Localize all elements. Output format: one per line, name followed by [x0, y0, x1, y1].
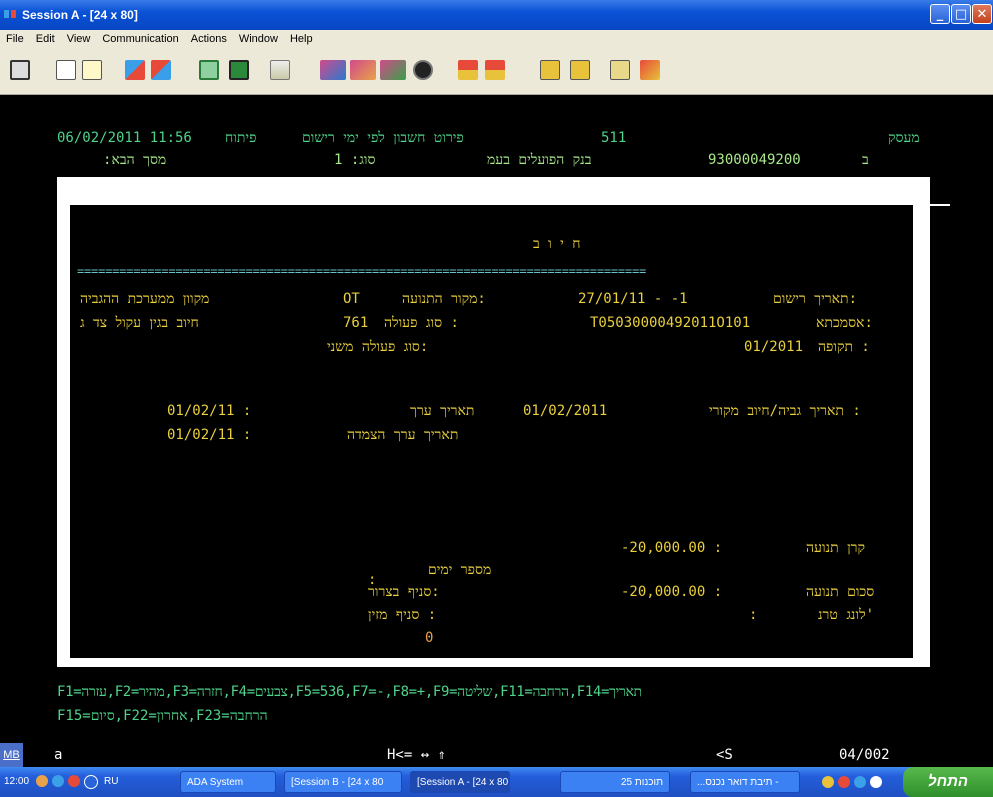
panel-title: ח י ו ב: [533, 236, 581, 252]
keyboard-state: H<= ↔ ⇑: [387, 747, 447, 763]
antivirus-icon[interactable]: [68, 775, 80, 787]
message-indicator[interactable]: MB: [0, 743, 23, 767]
clearing-branch-label: סניף בצרור:: [368, 584, 440, 600]
reg-date-value: 27/01/11 - -1: [578, 291, 688, 307]
quick-launch-tray: 12:00 RU: [0, 767, 148, 797]
asmachta-label: אסמכתא:: [816, 315, 873, 331]
network-icon[interactable]: [36, 775, 48, 787]
linked-date-label: תאריך ערך הצמדה: [347, 427, 459, 443]
period-label: תקופה :: [818, 339, 870, 355]
taskbar-item-session-a[interactable]: [Session A - [24 x 80: [410, 771, 510, 793]
clock: 12:00: [4, 776, 30, 787]
tray-icon-4[interactable]: [870, 776, 882, 788]
counter-value: 0: [425, 630, 434, 646]
taskbar-item-ada[interactable]: ADA System: [180, 771, 276, 793]
action-type-label: סוג פעולה :: [384, 315, 459, 331]
taskbar-item-programs[interactable]: 25 תוכנות: [560, 771, 670, 793]
amount-label: סכום תנועה: [806, 584, 875, 600]
value-date-label: תאריך ערך: [410, 403, 475, 419]
feeding-branch-label: סניף מזין :: [368, 607, 437, 623]
secondary-action-label: סוג פעולה משני:: [327, 339, 429, 355]
start-button[interactable]: התחל: [903, 767, 993, 797]
taskbar-item-inbox[interactable]: ...תיבת דואר נכנס -: [690, 771, 800, 793]
taskbar-item-session-b[interactable]: [Session B - [24 x 80: [284, 771, 402, 793]
language-indicator[interactable]: RU: [104, 776, 118, 787]
long-term-value: :: [749, 607, 758, 623]
collection-date-value: 01/02/2011: [523, 403, 608, 419]
media-icon[interactable]: [84, 775, 98, 789]
linked-date-value: 01/02/11 :: [167, 427, 252, 443]
action-type-value: 761: [343, 315, 369, 331]
taskbar: 12:00 RU ADA System [Session B - [24 x 8…: [0, 767, 993, 797]
tray-icon-3[interactable]: [854, 776, 866, 788]
shift-state: <S: [716, 747, 733, 763]
session-indicator: a: [54, 747, 63, 763]
tray-icon-1[interactable]: [822, 776, 834, 788]
action-type-desc: חיוב בגין עקול צד ג: [80, 315, 199, 331]
amount-value: -20,000.00 :: [621, 584, 723, 600]
source-desc: מקוון ממערכת ההגביה: [80, 291, 210, 307]
asmachta-value: T05030000492011O101: [590, 315, 751, 331]
function-keys-line1: F1=עזרה,F2=מהיר,F3=חזרה,F4=צבעים,F5=536,…: [57, 684, 642, 700]
principal-label: קרן תנועה: [806, 540, 866, 556]
collection-date-label: תאריך גביה/חיוב מקורי :: [709, 403, 861, 419]
detail-content: ח י ו ב ================================…: [0, 0, 993, 797]
panel-separator: ========================================…: [77, 264, 646, 278]
value-date-value: 01/02/11 :: [167, 403, 252, 419]
function-keys-line2: F15=סיום,F22=אחרון,F23=הרחבה: [57, 708, 268, 724]
tray-icon-2[interactable]: [838, 776, 850, 788]
cursor-position: 04/002: [839, 747, 890, 763]
period-value: 01/2011: [744, 339, 804, 355]
messenger-icon[interactable]: [52, 775, 64, 787]
source-label: מקור התנועה:: [402, 291, 486, 307]
source-value: OT: [343, 291, 360, 307]
principal-value: -20,000.00 :: [621, 540, 723, 556]
days-label: מספר ימים: [428, 562, 492, 578]
reg-date-label: תאריך רישום:: [773, 291, 858, 307]
status-bar: MB a H<= ↔ ⇑ <S 04/002: [0, 743, 993, 767]
long-term-label: לונג טרנ': [818, 607, 875, 623]
